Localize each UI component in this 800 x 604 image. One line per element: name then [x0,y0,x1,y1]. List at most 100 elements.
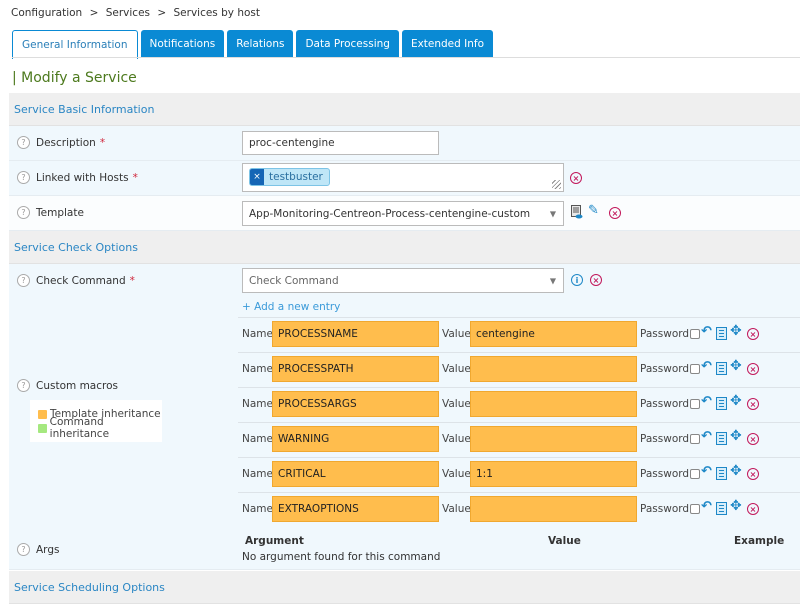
legend-command-inheritance: Command inheritance [38,416,162,440]
macro-value-input[interactable] [470,356,637,382]
clear-command-icon[interactable]: × [590,274,602,286]
undo-icon[interactable]: ↶ [701,324,712,339]
tab-extended-info[interactable]: Extended Info [401,30,494,58]
info-icon[interactable]: i [571,274,583,286]
macro-row: Name PROCESSNAME Value centengine Passwo… [238,317,800,352]
args-header-argument: Argument [245,535,304,547]
macro-name-input[interactable]: CRITICAL [272,461,439,487]
chevron-down-icon: ▼ [549,209,556,218]
help-icon[interactable]: ? [17,206,30,219]
password-checkbox[interactable] [690,504,700,514]
breadcrumb-services-by-host[interactable]: Services by host [174,7,261,19]
args-empty-message: No argument found for this command [242,551,441,563]
help-icon[interactable]: ? [17,543,30,556]
move-icon[interactable]: ✥ [730,323,742,339]
tab-relations[interactable]: Relations [227,30,294,58]
undo-icon[interactable]: ↶ [701,359,712,374]
description-icon[interactable] [716,397,727,410]
macro-value-input[interactable]: centengine [470,321,637,347]
description-label: ? Description * [17,136,105,149]
breadcrumb-separator: > [89,7,99,19]
delete-macro-icon[interactable]: × [747,468,759,480]
breadcrumb-separator: > [157,7,167,19]
description-icon[interactable] [716,502,727,515]
clear-template-icon[interactable]: × [609,207,621,219]
template-label: ? Template [17,206,84,219]
macro-name-input[interactable]: PROCESSARGS [272,391,439,417]
macro-name-input[interactable]: EXTRAOPTIONS [272,496,439,522]
chip-remove-icon[interactable]: × [250,169,264,185]
move-icon[interactable]: ✥ [730,463,742,479]
breadcrumb-services[interactable]: Services [106,7,150,19]
delete-macro-icon[interactable]: × [747,398,759,410]
password-checkbox[interactable] [690,434,700,444]
resize-grip-icon[interactable] [552,180,561,189]
move-icon[interactable]: ✥ [730,428,742,444]
view-template-icon[interactable] [571,205,583,219]
required-marker: * [99,136,106,149]
move-icon[interactable]: ✥ [730,498,742,514]
macro-name-input[interactable]: PROCESSPATH [272,356,439,382]
delete-macro-icon[interactable]: × [747,433,759,445]
breadcrumb-configuration[interactable]: Configuration [11,7,82,19]
macro-name-input[interactable]: WARNING [272,426,439,452]
clear-hosts-icon[interactable]: × [570,172,582,184]
tab-bar: General Information Notifications Relati… [12,30,496,59]
description-icon[interactable] [716,432,727,445]
breadcrumb: Configuration > Services > Services by h… [11,7,264,19]
delete-macro-icon[interactable]: × [747,328,759,340]
macro-row: Name WARNING Value Password ↶ ✥ × [238,422,800,457]
check-command-select[interactable]: Check Command ▼ [242,268,564,293]
help-icon[interactable]: ? [17,171,30,184]
password-checkbox[interactable] [690,399,700,409]
move-icon[interactable]: ✥ [730,358,742,374]
description-icon[interactable] [716,362,727,375]
undo-icon[interactable]: ↶ [701,429,712,444]
undo-icon[interactable]: ↶ [701,499,712,514]
undo-icon[interactable]: ↶ [701,394,712,409]
macro-value-input[interactable] [470,391,637,417]
section-basic-information: Service Basic Information [9,93,800,126]
macro-name-input[interactable]: PROCESSNAME [272,321,439,347]
move-icon[interactable]: ✥ [730,393,742,409]
macro-row: Name CRITICAL Value 1:1 Password ↶ ✥ × [238,457,800,492]
tab-general-information[interactable]: General Information [12,30,138,59]
tab-divider [12,57,800,58]
args-header-value: Value [548,535,581,547]
required-marker: * [132,171,138,184]
linked-hosts-label: ? Linked with Hosts * [17,171,138,184]
help-icon[interactable]: ? [17,274,30,287]
section-check-options: Service Check Options [9,231,800,264]
delete-macro-icon[interactable]: × [747,503,759,515]
tab-notifications[interactable]: Notifications [140,30,225,58]
password-checkbox[interactable] [690,329,700,339]
custom-macros-label: ? Custom macros [17,379,118,392]
host-chip: × testbuster [249,168,330,186]
help-icon[interactable]: ? [17,379,30,392]
template-select[interactable]: App-Monitoring-Centreon-Process-centengi… [242,201,564,226]
macro-value-input[interactable] [470,426,637,452]
description-icon[interactable] [716,327,727,340]
add-new-entry-link[interactable]: + Add a new entry [242,301,340,313]
macro-row: Name PROCESSARGS Value Password ↶ ✥ × [238,387,800,422]
linked-hosts-input[interactable]: × testbuster [242,163,564,192]
args-label: ? Args [17,543,59,556]
required-marker: * [129,274,135,287]
description-input[interactable]: proc-centengine [242,131,439,155]
edit-template-icon[interactable]: ✎ [588,203,599,218]
undo-icon[interactable]: ↶ [701,464,712,479]
args-header-example: Example [734,535,785,547]
macro-value-input[interactable] [470,496,637,522]
help-icon[interactable]: ? [17,136,30,149]
password-checkbox[interactable] [690,364,700,374]
tab-data-processing[interactable]: Data Processing [296,30,399,58]
row-args-bg [9,530,800,570]
password-checkbox[interactable] [690,469,700,479]
page-title: | Modify a Service [12,70,137,86]
delete-macro-icon[interactable]: × [747,363,759,375]
inheritance-legend: Template inheritance Command inheritance [30,400,162,442]
macro-value-input[interactable]: 1:1 [470,461,637,487]
macro-row: Name PROCESSPATH Value Password ↶ ✥ × [238,352,800,387]
macro-row: Name EXTRAOPTIONS Value Password ↶ ✥ × [238,492,800,527]
description-icon[interactable] [716,467,727,480]
